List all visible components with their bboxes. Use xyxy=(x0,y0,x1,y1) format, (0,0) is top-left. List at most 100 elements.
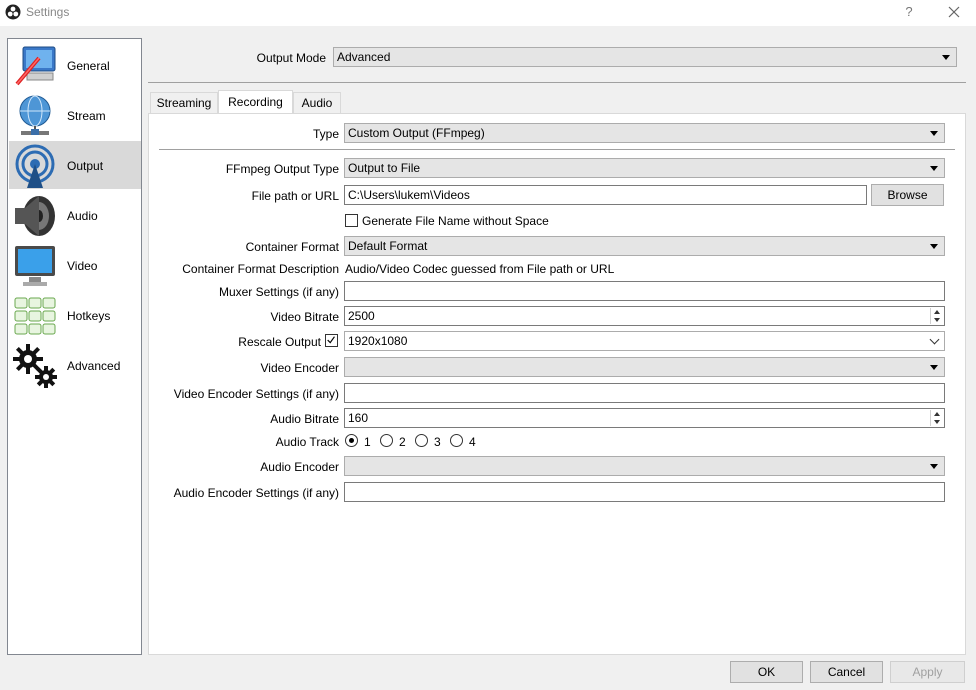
settings-content: Output Mode Advanced Streaming Recording… xyxy=(148,38,966,655)
window-title: Settings xyxy=(26,5,70,19)
spin-buttons[interactable] xyxy=(930,410,943,426)
advanced-icon xyxy=(13,344,57,388)
tab-streaming[interactable]: Streaming xyxy=(150,92,218,113)
video-icon xyxy=(15,246,55,286)
settings-sidebar: General Stream Output Audio Video Hotkey… xyxy=(7,38,142,655)
dropdown-arrow-icon xyxy=(930,365,938,370)
audio-track-option-label: 3 xyxy=(434,435,441,449)
recording-type-select[interactable]: Custom Output (FFmpeg) xyxy=(344,123,945,143)
audio-track-option-label: 2 xyxy=(399,435,406,449)
audio-track-radio-1[interactable] xyxy=(345,434,358,447)
recording-panel: Type Custom Output (FFmpeg) FFmpeg Outpu… xyxy=(148,113,966,655)
recording-type-value: Custom Output (FFmpeg) xyxy=(348,126,485,140)
browse-button[interactable]: Browse xyxy=(871,184,944,206)
generate-filename-checkbox[interactable] xyxy=(345,214,358,227)
sidebar-item-label: Advanced xyxy=(67,359,121,373)
spin-down-icon xyxy=(934,318,940,322)
spin-up-icon xyxy=(934,412,940,416)
sidebar-item-label: Audio xyxy=(67,209,98,223)
container-format-label: Container Format xyxy=(245,240,339,254)
audio-encoder-label: Audio Encoder xyxy=(260,460,339,474)
audio-bitrate-value: 160 xyxy=(348,411,369,425)
muxer-settings-input[interactable] xyxy=(344,281,945,301)
rescale-resolution-select[interactable]: 1920x1080 xyxy=(344,331,945,351)
general-icon xyxy=(15,46,56,86)
audio-track-option-label: 1 xyxy=(364,435,371,449)
audio-track-label: Audio Track xyxy=(275,435,339,449)
ffmpeg-output-type-label: FFmpeg Output Type xyxy=(225,162,339,176)
audio-bitrate-label: Audio Bitrate xyxy=(270,412,339,426)
output-icon xyxy=(15,144,55,188)
dropdown-arrow-icon xyxy=(942,55,950,60)
video-bitrate-value: 2500 xyxy=(348,309,375,323)
output-mode-value: Advanced xyxy=(337,50,391,64)
dropdown-arrow-icon xyxy=(930,244,938,249)
audio-encoder-select[interactable] xyxy=(344,456,945,476)
ok-button[interactable]: OK xyxy=(730,661,803,683)
sidebar-item-stream[interactable]: Stream xyxy=(9,91,141,139)
audio-icon xyxy=(15,196,55,236)
video-bitrate-label: Video Bitrate xyxy=(270,310,340,324)
dropdown-arrow-icon xyxy=(930,131,938,136)
output-mode-label: Output Mode xyxy=(256,51,326,65)
sidebar-item-video[interactable]: Video xyxy=(9,241,141,289)
dropdown-arrow-icon xyxy=(930,464,938,469)
audio-encoder-settings-input[interactable] xyxy=(344,482,945,502)
generate-filename-label: Generate File Name without Space xyxy=(362,214,549,228)
file-path-label: File path or URL xyxy=(251,189,339,203)
muxer-settings-label: Muxer Settings (if any) xyxy=(218,285,339,299)
rescale-output-checkbox[interactable] xyxy=(325,334,338,347)
obs-app-icon xyxy=(5,4,21,20)
container-format-select[interactable]: Default Format xyxy=(344,236,945,256)
chevron-down-icon xyxy=(929,334,940,345)
container-desc-value: Audio/Video Codec guessed from File path… xyxy=(345,262,615,276)
output-mode-select[interactable]: Advanced xyxy=(333,47,957,67)
sidebar-item-audio[interactable]: Audio xyxy=(9,191,141,239)
divider xyxy=(159,149,955,150)
video-encoder-select[interactable] xyxy=(344,357,945,377)
checkmark-icon xyxy=(327,336,335,344)
spin-buttons[interactable] xyxy=(930,308,943,324)
help-button[interactable]: ? xyxy=(898,1,920,23)
radio-dot xyxy=(349,438,354,443)
dropdown-arrow-icon xyxy=(930,166,938,171)
audio-track-radio-2[interactable] xyxy=(380,434,393,447)
video-encoder-settings-input[interactable] xyxy=(344,383,945,403)
sidebar-item-label: Video xyxy=(67,259,98,273)
audio-bitrate-spinbox[interactable]: 160 xyxy=(344,408,945,428)
ffmpeg-output-type-value: Output to File xyxy=(348,161,421,175)
audio-track-radio-4[interactable] xyxy=(450,434,463,447)
sidebar-item-advanced[interactable]: Advanced xyxy=(9,341,141,389)
cancel-button[interactable]: Cancel xyxy=(810,661,883,683)
sidebar-item-label: Hotkeys xyxy=(67,309,111,323)
sidebar-item-general[interactable]: General xyxy=(9,41,141,89)
video-encoder-settings-label: Video Encoder Settings (if any) xyxy=(173,387,339,401)
rescale-resolution-value: 1920x1080 xyxy=(348,334,408,348)
title-bar: Settings ? xyxy=(0,0,976,26)
container-desc-label: Container Format Description xyxy=(182,262,339,276)
stream-icon xyxy=(19,95,51,135)
container-format-value: Default Format xyxy=(348,239,428,253)
apply-button[interactable]: Apply xyxy=(890,661,965,683)
audio-encoder-settings-label: Audio Encoder Settings (if any) xyxy=(173,486,339,500)
audio-track-option-label: 4 xyxy=(469,435,476,449)
sidebar-item-label: Stream xyxy=(67,109,106,123)
rescale-output-label: Rescale Output xyxy=(238,335,321,349)
video-bitrate-spinbox[interactable]: 2500 xyxy=(344,306,945,326)
hotkeys-icon xyxy=(14,297,56,335)
sidebar-item-hotkeys[interactable]: Hotkeys xyxy=(9,291,141,339)
close-icon[interactable] xyxy=(942,1,966,23)
type-label: Type xyxy=(312,127,339,141)
sidebar-item-label: Output xyxy=(67,159,104,173)
spin-down-icon xyxy=(934,420,940,424)
audio-track-radio-3[interactable] xyxy=(415,434,428,447)
ffmpeg-output-type-select[interactable]: Output to File xyxy=(344,158,945,178)
sidebar-item-output[interactable]: Output xyxy=(9,141,141,189)
spin-up-icon xyxy=(934,310,940,314)
tab-audio[interactable]: Audio xyxy=(293,92,341,113)
tab-recording[interactable]: Recording xyxy=(218,90,293,114)
sidebar-item-label: General xyxy=(67,59,110,73)
file-path-input[interactable]: C:\Users\lukem\Videos xyxy=(344,185,867,205)
divider xyxy=(148,82,966,83)
video-encoder-label: Video Encoder xyxy=(260,361,339,375)
